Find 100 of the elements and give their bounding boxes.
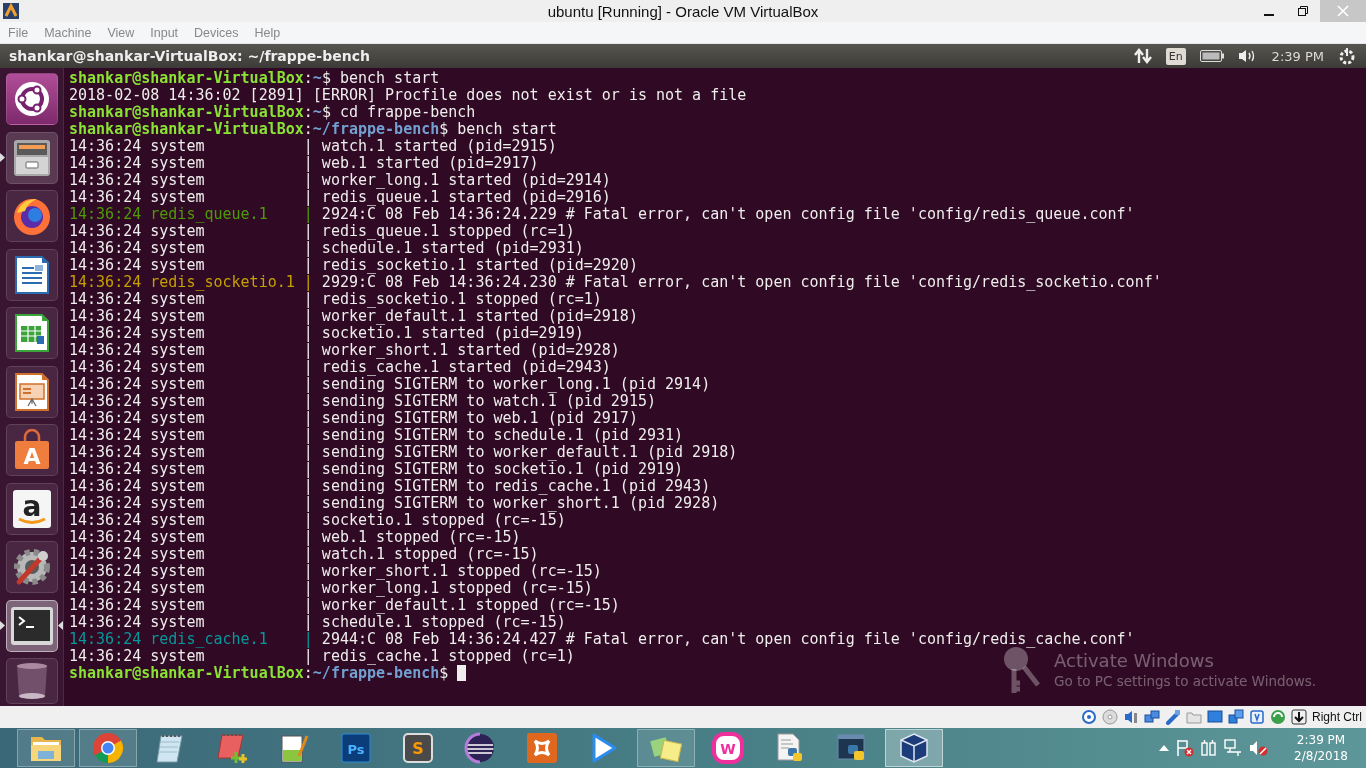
power-gear-icon[interactable] [1338,47,1356,65]
prompt-command: $ bench start [321,70,440,87]
prompt-separator: : [303,70,313,87]
network-icon[interactable] [1144,709,1160,725]
log-message: redis_socketio.1 started (pid=2920) [321,257,638,274]
restore-icon [1298,6,1308,16]
taskbar-button[interactable]: Ps [327,729,385,767]
panel-clock[interactable]: 2:39 PM [1271,48,1324,64]
log-source: 14:36:24 system | [69,376,313,393]
taskbar-button[interactable]: W [699,729,757,767]
log-source: 14:36:24 system | [69,155,313,172]
log-source: 14:36:24 system | [69,291,313,308]
log-source: 14:36:24 system | [69,410,313,427]
log-message: socketio.1 started (pid=2919) [321,325,584,342]
window-title: ubuntu [Running] - Oracle VM VirtualBox [547,2,819,20]
launcher-button[interactable] [5,599,58,652]
python-file-icon [775,732,805,764]
log-source: 14:36:24 system | [69,597,313,614]
log-source: 14:36:24 system | [69,546,313,563]
log-message: redis_queue.1 stopped (rc=1) [321,223,575,240]
log-source: 14:36:24 system | [69,172,313,189]
capture-icon[interactable] [1228,709,1244,725]
log-message: socketio.1 stopped (rc=-15) [321,512,566,529]
speaker-icon[interactable] [1123,709,1139,725]
launcher-button[interactable] [5,73,58,125]
log-source: 14:36:24 system | [69,529,313,546]
log-source: 14:36:24 redis_socketio.1 | [69,274,313,291]
launcher-button[interactable] [5,658,58,704]
log-message: web.1 started (pid=2917) [321,155,539,172]
menu-item[interactable]: File [8,25,29,40]
notepad-icon [155,732,185,764]
menu-item[interactable]: Machine [44,25,92,40]
log-source: 14:36:24 system | [69,580,313,597]
menu-item[interactable]: Input [150,25,179,40]
log-message: worker_long.1 stopped (rc=-15) [321,580,593,597]
flag-icon[interactable] [1176,739,1195,757]
menu-item[interactable]: View [107,25,135,40]
power-plug-icon[interactable] [1201,739,1218,757]
launcher-button[interactable] [5,365,58,418]
log-message: sending SIGTERM to redis_cache.1 (pid 2943) [321,478,711,495]
cross-shape-icon [526,732,558,764]
taskbar-date[interactable]: 2/8/2018 [1294,748,1348,764]
log-message: worker_short.1 started (pid=2928) [321,342,620,359]
log-message: sending SIGTERM to socketio.1 (pid 2919) [321,461,684,478]
log-source: 14:36:24 redis_queue.1 | [69,206,313,223]
muted-speaker-icon[interactable] [1249,739,1270,757]
launcher-button[interactable] [5,541,58,593]
window-title: shankar@shankar-VirtualBox: ~/frappe-bench [9,48,370,64]
s-box-icon: S [402,732,434,764]
keyboard-layout-indicator[interactable]: En [1165,47,1186,65]
chip-icon[interactable] [1249,709,1265,725]
menu-item[interactable]: Devices [194,25,239,40]
taskbar-button[interactable] [17,729,75,767]
mouse-integration-icon[interactable] [1270,709,1286,725]
taskbar-button[interactable]: S [389,729,447,767]
log-source: 14:36:24 system | [69,648,313,665]
prompt-command: $ bench start [439,121,557,138]
prompt-user: shankar@shankar-VirtualBox [69,665,304,682]
log-source: 14:36:24 system | [69,563,313,580]
taskbar-button[interactable] [885,729,943,767]
log-source: 14:36:24 system | [69,495,313,512]
display-icon[interactable] [1207,709,1223,725]
prompt-path: ~ [312,104,322,121]
log-message: worker_long.1 started (pid=2914) [321,172,611,189]
prompt-user: shankar@shankar-VirtualBox [69,104,304,121]
log-message: 2929:C 08 Feb 14:36:24.230 # Fatal error, can't open config file 'config/redis_socketio.conf' [321,274,1162,291]
launcher-button[interactable] [5,307,58,359]
notepad-plus-icon [216,732,248,764]
download-arrow-icon[interactable] [1291,709,1307,725]
log-message: web.1 stopped (rc=-15) [321,529,521,546]
log-message: 2944:C 08 Feb 14:36:24.427 # Fatal error, can't open config file 'config/redis_cache.conf' [321,631,1135,648]
launcher-button[interactable] [5,131,58,184]
log-message: watch.1 stopped (rc=-15) [321,546,539,563]
prompt-user: shankar@shankar-VirtualBox [69,70,304,87]
usb-icon[interactable] [1165,709,1181,725]
log-message: redis_cache.1 stopped (rc=1) [321,648,575,665]
menu-item[interactable]: Help [254,25,281,40]
caret-icon[interactable] [1159,745,1170,751]
log-source: 14:36:24 system | [69,189,313,206]
log-source: 14:36:24 system | [69,308,313,325]
log-message: redis_queue.1 started (pid=2916) [321,189,611,206]
dash-logo-icon [12,80,51,118]
network-icon[interactable] [1224,739,1243,757]
launcher-button[interactable] [5,248,58,301]
log-source: 14:36:24 system | [69,444,313,461]
log-message: sending SIGTERM to worker_short.1 (pid 2928) [321,495,720,512]
battery-icon[interactable] [1199,50,1224,62]
hard-disk-icon[interactable] [1081,709,1097,725]
log-message: worker_default.1 started (pid=2918) [321,308,638,325]
log-message: sending SIGTERM to worker_default.1 (pid 2918) [321,444,738,461]
log-message: watch.1 started (pid=2915) [321,138,557,155]
network-arrows-icon[interactable] [1133,48,1152,64]
log-message: sending SIGTERM to web.1 (pid 2917) [321,410,638,427]
prompt-command: $ [439,665,449,682]
prompt-command: $ cd frappe-bench [321,104,476,121]
taskbar-time[interactable]: 2:39 PM [1296,732,1346,748]
log-source: 14:36:24 system | [69,325,313,342]
launcher-button[interactable] [5,190,58,242]
log-source: 14:36:24 system | [69,359,313,376]
prompt-separator: : [303,665,313,682]
